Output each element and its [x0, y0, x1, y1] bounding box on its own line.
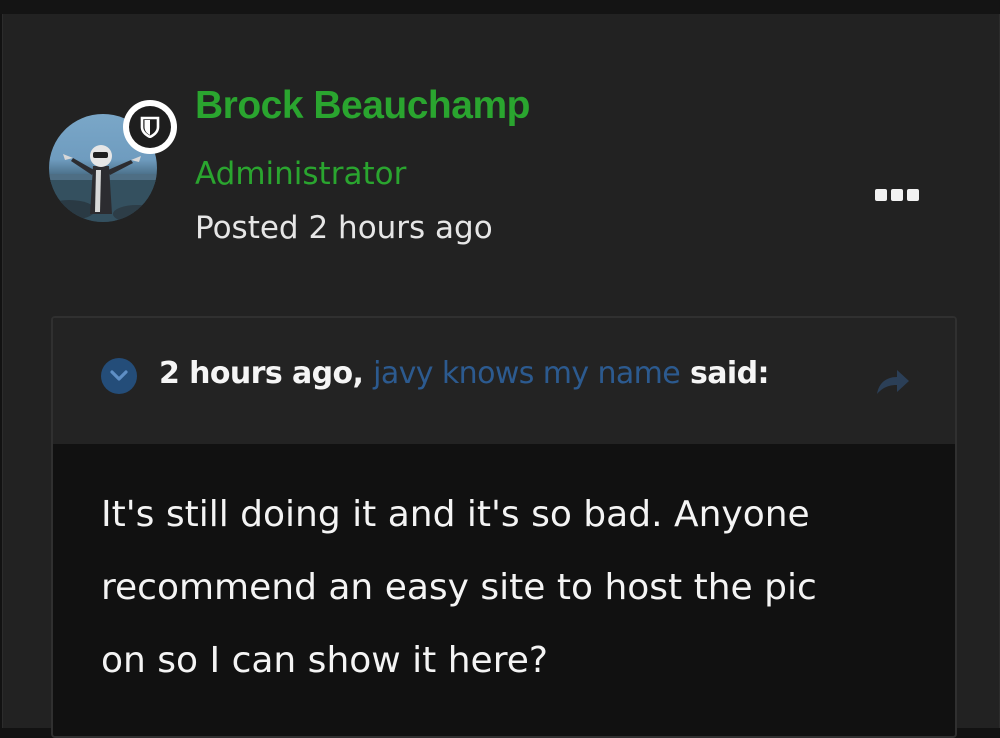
forum-post: Brock Beauchamp Administrator Posted 2 h…	[2, 14, 1000, 738]
quote-toggle-button[interactable]	[101, 358, 137, 394]
more-options-icon	[875, 189, 887, 201]
chevron-down-icon	[110, 370, 128, 381]
quote-line: It's still doing it and it's so bad. Any…	[101, 494, 810, 535]
shield-icon	[140, 116, 160, 138]
role-badge	[123, 100, 177, 154]
quoted-user-link[interactable]: javy knows my name	[373, 356, 681, 391]
share-arrow-icon[interactable]	[873, 366, 913, 398]
quote-said: said:	[689, 356, 769, 391]
quote-line: on so I can show it here?	[101, 640, 548, 681]
more-options-icon-dot	[907, 189, 919, 201]
quote-line: recommend an easy site to host the pic	[101, 567, 817, 608]
author-name[interactable]: Brock Beauchamp	[195, 84, 530, 128]
quote-block: 2 hours ago, javy knows my name said: It…	[51, 316, 957, 738]
author-role: Administrator	[195, 156, 407, 192]
more-options-button[interactable]	[875, 186, 925, 204]
top-strip	[0, 0, 1000, 14]
quote-header: 2 hours ago, javy knows my name said:	[53, 318, 955, 444]
quote-time[interactable]: 2 hours ago,	[159, 356, 364, 391]
quote-body: It's still doing it and it's so bad. Any…	[101, 478, 931, 697]
more-options-icon-dot	[891, 189, 903, 201]
post-timestamp[interactable]: Posted 2 hours ago	[195, 210, 493, 246]
quote-citation: 2 hours ago, javy knows my name said:	[159, 356, 769, 391]
